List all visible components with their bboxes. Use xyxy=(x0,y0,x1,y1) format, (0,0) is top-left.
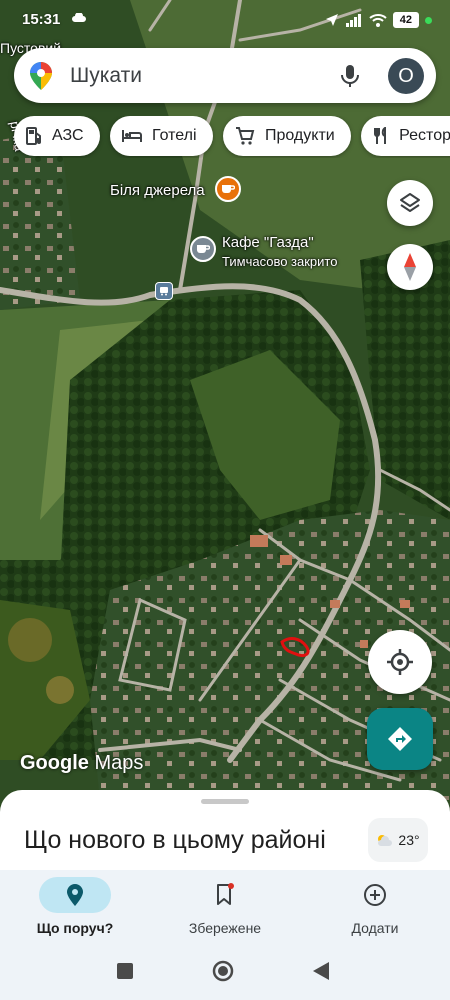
battery-indicator: 42 xyxy=(392,12,419,28)
bus-stop-icon[interactable] xyxy=(155,282,173,300)
shopping-cart-icon xyxy=(235,127,255,145)
explore-sheet[interactable]: Що нового в цьому районі 23° xyxy=(0,790,450,870)
layers-icon xyxy=(400,193,420,212)
charging-dot-icon xyxy=(425,16,432,24)
category-chips: АЗС Готелі Продукти Ресторани xyxy=(14,116,450,158)
wifi-icon xyxy=(369,14,387,27)
cafe-marker-icon[interactable] xyxy=(215,176,241,202)
maps-wordmark: Maps xyxy=(94,752,144,774)
add-circle-icon xyxy=(364,884,386,906)
weather-cloud-icon xyxy=(72,13,86,22)
chip-restaurants[interactable]: Ресторани xyxy=(361,116,450,156)
account-avatar[interactable]: О xyxy=(388,58,424,94)
chip-groceries[interactable]: Продукти xyxy=(222,116,351,156)
google-maps-logo: Google Maps xyxy=(20,752,143,775)
bookmark-icon xyxy=(217,883,234,905)
search-input[interactable]: Шукати xyxy=(70,64,142,88)
search-bar[interactable]: Шукати О xyxy=(14,48,436,103)
sheet-drag-handle[interactable] xyxy=(201,799,249,804)
chip-label: Готелі xyxy=(151,127,197,144)
microphone-icon[interactable] xyxy=(336,62,364,90)
location-pin-icon xyxy=(67,884,83,906)
hotel-bed-icon xyxy=(121,130,142,142)
tab-label: Що поруч? xyxy=(36,920,114,936)
weather-chip[interactable]: 23° xyxy=(368,818,428,862)
google-maps-pin-icon xyxy=(30,62,52,90)
system-navigation-bar xyxy=(0,940,450,1000)
layers-button[interactable] xyxy=(387,180,433,226)
chip-hotels[interactable]: Готелі xyxy=(109,116,213,156)
back-triangle-icon[interactable] xyxy=(312,961,330,981)
tab-icon-wrap xyxy=(39,877,111,913)
coffee-cup-icon xyxy=(222,185,235,193)
restaurant-icon xyxy=(374,127,387,144)
home-circle-icon[interactable] xyxy=(212,960,234,982)
tab-contribute[interactable]: Додати xyxy=(300,870,450,940)
partly-cloudy-icon xyxy=(378,835,393,846)
cafe-closed-marker-icon[interactable] xyxy=(190,236,216,262)
chip-label: АЗС xyxy=(52,127,84,144)
location-arrow-icon xyxy=(325,14,338,26)
compass-button[interactable] xyxy=(387,244,433,290)
bottom-navigation: Що поруч? Збережене Додати xyxy=(0,870,450,940)
directions-arrow-icon xyxy=(388,727,412,751)
tab-label: Збережене xyxy=(188,920,262,936)
map-label-poi-1[interactable]: Біля джерела xyxy=(110,182,205,199)
tab-saved[interactable]: Збережене xyxy=(150,870,300,940)
my-location-button[interactable] xyxy=(368,630,432,694)
tab-label: Додати xyxy=(351,920,399,936)
chip-label: Продукти xyxy=(264,127,335,144)
sheet-title: Що нового в цьому районі xyxy=(24,826,326,854)
directions-button[interactable] xyxy=(367,708,433,770)
tab-icon-wrap xyxy=(189,877,261,913)
status-bar: 15:31 42 xyxy=(0,0,450,40)
chip-gas-stations[interactable]: АЗС xyxy=(14,116,100,156)
google-wordmark: Google xyxy=(20,752,89,774)
coffee-cup-icon xyxy=(197,245,210,253)
status-icons: 42 xyxy=(325,12,432,28)
my-location-crosshair-icon xyxy=(387,649,413,675)
temperature: 23° xyxy=(398,832,420,848)
map-label-poi-2[interactable]: Кафе "Газда" xyxy=(222,234,314,251)
compass-icon xyxy=(404,253,416,281)
tab-explore[interactable]: Що поруч? xyxy=(0,870,150,940)
chip-label: Ресторани xyxy=(399,127,450,144)
status-time: 15:31 xyxy=(22,11,61,28)
map-label-poi-2-status: Тимчасово закрито xyxy=(222,254,338,269)
signal-icon xyxy=(345,14,361,27)
recents-square-icon[interactable] xyxy=(116,962,134,980)
gas-station-icon xyxy=(26,127,41,145)
tab-icon-wrap xyxy=(339,877,411,913)
